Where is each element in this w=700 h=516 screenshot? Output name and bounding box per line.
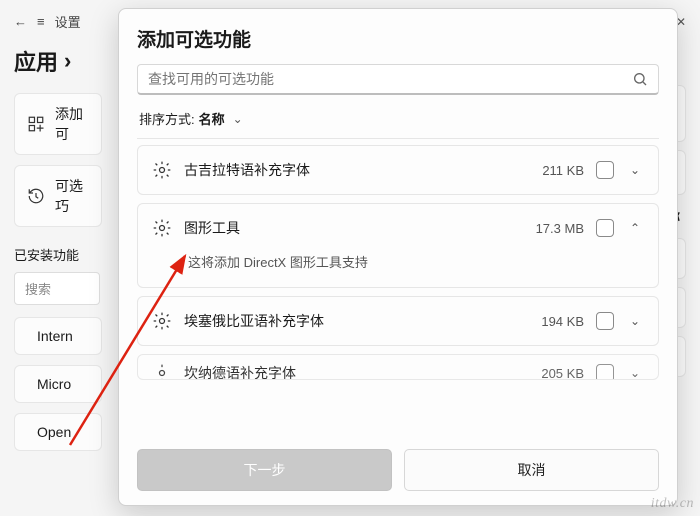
- feature-item[interactable]: 古吉拉特语补充字体 211 KB ⌄: [137, 145, 659, 195]
- installed-item-name: Micro: [37, 376, 71, 392]
- card-optional[interactable]: 可选巧: [14, 165, 102, 227]
- gear-icon: [152, 363, 172, 380]
- feature-item-expanded[interactable]: 图形工具 17.3 MB ⌃ 这将添加 DirectX 图形工具支持: [137, 203, 659, 288]
- feature-size: 211 KB: [522, 163, 584, 178]
- feature-search-input[interactable]: [148, 71, 632, 87]
- chevron-down-icon[interactable]: ⌄: [626, 366, 644, 380]
- page-title: 应用: [14, 45, 58, 77]
- divider: [137, 138, 659, 139]
- next-button[interactable]: 下一步: [137, 449, 392, 491]
- feature-size: 205 KB: [522, 366, 584, 381]
- feature-item[interactable]: 埃塞俄比亚语补充字体 194 KB ⌄: [137, 296, 659, 346]
- installed-section-label: 已安装功能: [14, 245, 102, 264]
- installed-item-name: Intern: [37, 328, 73, 344]
- gear-icon: [152, 218, 172, 238]
- dialog-title: 添加可选功能: [137, 23, 659, 64]
- cancel-button[interactable]: 取消: [404, 449, 659, 491]
- feature-name: 图形工具: [184, 218, 510, 238]
- chevron-down-icon[interactable]: ⌄: [626, 163, 644, 177]
- feature-size: 194 KB: [522, 314, 584, 329]
- feature-item[interactable]: 坎纳德语补充字体 205 KB ⌄: [137, 354, 659, 380]
- back-button[interactable]: ←: [14, 14, 27, 29]
- add-optional-feature-dialog: 添加可选功能 排序方式: 名称 ⌄ 古吉拉特语补充字体 211 KB ⌄ 图形工…: [118, 8, 678, 506]
- installed-item[interactable]: Open: [14, 413, 102, 451]
- dialog-footer: 下一步 取消: [137, 439, 659, 491]
- feature-name: 坎纳德语补充字体: [184, 363, 510, 380]
- gear-icon: [152, 311, 172, 331]
- feature-size: 17.3 MB: [522, 221, 584, 236]
- menu-button[interactable]: ≡: [37, 14, 45, 29]
- left-column: 添加可 可选巧 已安装功能 搜索 Intern Micro: [14, 85, 102, 451]
- window-title: 设置: [55, 12, 81, 31]
- feature-list: 古吉拉特语补充字体 211 KB ⌄ 图形工具 17.3 MB ⌃ 这将添加 D…: [137, 145, 659, 439]
- gear-icon: [152, 160, 172, 180]
- installed-item-name: Open: [37, 424, 71, 440]
- feature-description: 这将添加 DirectX 图形工具支持: [138, 252, 658, 287]
- breadcrumb-chevron-icon: ›: [64, 48, 71, 74]
- installed-search-input[interactable]: 搜索: [14, 272, 100, 305]
- sort-value: 名称: [199, 109, 225, 128]
- feature-name: 古吉拉特语补充字体: [184, 160, 510, 180]
- feature-checkbox[interactable]: [596, 312, 614, 330]
- chevron-up-icon[interactable]: ⌃: [626, 221, 644, 235]
- feature-name: 埃塞俄比亚语补充字体: [184, 311, 510, 331]
- card-add-optional[interactable]: 添加可: [14, 93, 102, 155]
- plus-grid-icon: [27, 115, 45, 133]
- card-label: 可选巧: [55, 176, 89, 216]
- feature-search[interactable]: [137, 64, 659, 95]
- feature-checkbox[interactable]: [596, 161, 614, 179]
- chevron-down-icon: ⌄: [229, 112, 247, 126]
- history-icon: [27, 187, 45, 205]
- feature-checkbox[interactable]: [596, 219, 614, 237]
- installed-item[interactable]: Micro: [14, 365, 102, 403]
- sort-control[interactable]: 排序方式: 名称 ⌄: [137, 95, 659, 138]
- card-label: 添加可: [55, 104, 89, 144]
- feature-checkbox[interactable]: [596, 364, 614, 380]
- installed-item[interactable]: Intern: [14, 317, 102, 355]
- chevron-down-icon[interactable]: ⌄: [626, 314, 644, 328]
- watermark: itdw.cn: [651, 496, 694, 512]
- sort-label: 排序方式:: [139, 109, 195, 128]
- search-icon: [632, 71, 648, 87]
